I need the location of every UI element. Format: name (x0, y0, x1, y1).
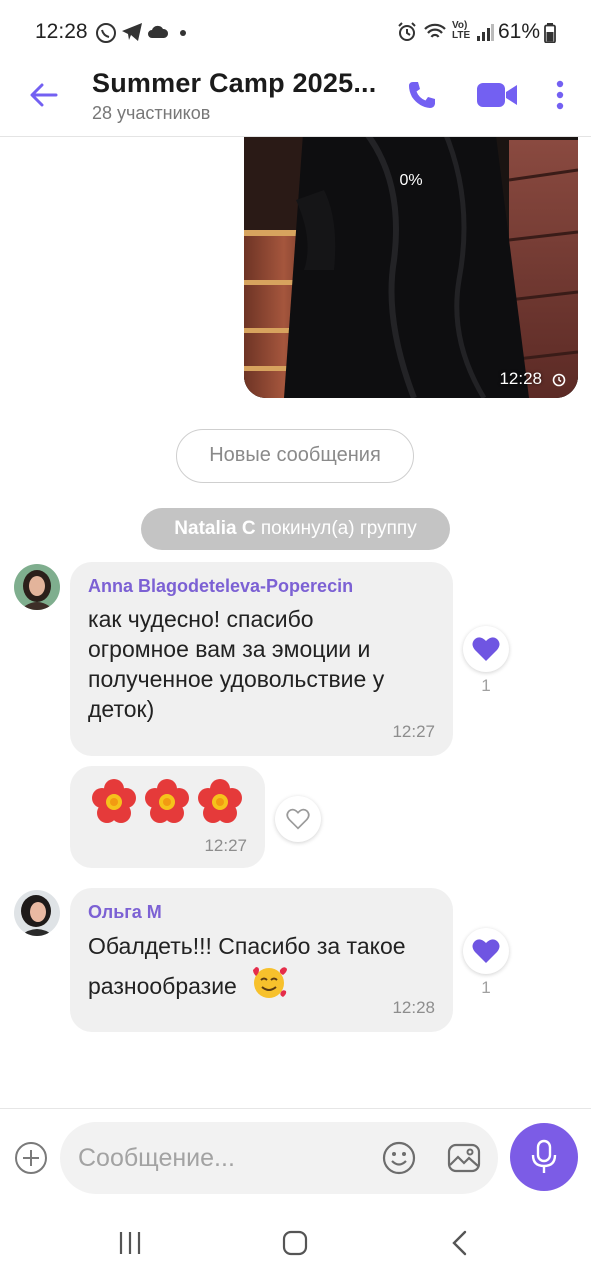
chat-title[interactable]: Summer Camp 2025... (92, 68, 376, 99)
message-bubble[interactable]: Anna Blagodeteleva-Poperecin как чудесно… (70, 562, 453, 756)
avatar-anna-image (14, 564, 60, 610)
recent-apps-icon[interactable] (117, 1230, 143, 1256)
system-message-name: Natalia C (174, 518, 256, 539)
video-camera-icon[interactable] (475, 80, 519, 110)
message-time: 12:27 (204, 836, 247, 855)
message-bubble[interactable]: Ольга М Обалдеть!!! Спасибо за такое раз… (70, 888, 453, 1032)
sender-name[interactable]: Ольга М (88, 902, 162, 923)
participants-count[interactable]: 28 участников (92, 103, 210, 124)
heart-outline-icon (286, 808, 310, 830)
new-messages-divider[interactable]: Новые сообщения (176, 429, 414, 483)
message-line: Обалдеть!!! Спасибо за такое (88, 933, 406, 959)
emoji-icon[interactable] (381, 1140, 417, 1176)
system-message-text: покинул(а) группу (255, 518, 417, 539)
message-line: разнообразие (88, 964, 406, 1004)
message-line: как чудесно! спасибо (88, 606, 314, 632)
viber-icon (96, 23, 116, 43)
flower-emoji-icon (92, 779, 242, 823)
message-line: огромное вам за эмоции и (88, 636, 371, 662)
message-line: полученное удовольствие у (88, 666, 385, 692)
system-message: Natalia C покинул(а) группу (141, 508, 450, 550)
notification-dot-icon (180, 30, 186, 36)
plus-icon[interactable] (14, 1141, 48, 1175)
like-button[interactable] (463, 928, 509, 974)
clock-icon (552, 373, 566, 387)
alarm-icon (398, 22, 416, 41)
avatar-olga-image (14, 890, 60, 936)
message-line: деток) (88, 696, 155, 722)
gallery-icon[interactable] (446, 1140, 482, 1176)
sender-name[interactable]: Anna Blagodeteleva-Poperecin (88, 576, 353, 597)
composer-bar (0, 1108, 591, 1209)
upload-progress: 0% (399, 172, 423, 189)
like-count: 1 (481, 676, 491, 695)
more-vertical-icon[interactable] (553, 79, 567, 111)
battery-percent: 61% (498, 20, 541, 43)
phone-icon[interactable] (406, 79, 438, 111)
heart-icon (472, 939, 500, 963)
message-text: Обалдеть!!! Спасибо за такое разнообрази… (88, 928, 406, 1004)
message-text: как чудесно! спасибо огромное вам за эмо… (88, 604, 384, 724)
photo-message[interactable]: 0% 12:28 (244, 120, 578, 398)
photo-image (244, 120, 578, 398)
microphone-button[interactable] (510, 1123, 578, 1191)
signal-icon (477, 24, 494, 41)
home-icon[interactable] (282, 1230, 308, 1256)
avatar[interactable] (14, 564, 60, 610)
heart-icon (472, 637, 500, 661)
message-time: 12:28 (499, 369, 542, 388)
back-arrow-icon[interactable] (30, 83, 58, 107)
message-input[interactable] (60, 1122, 498, 1194)
battery-icon (544, 23, 556, 43)
status-bar: 12:28 Vo) LTE 61% (0, 0, 591, 62)
system-nav-bar (0, 1208, 591, 1280)
like-button[interactable] (275, 796, 321, 842)
like-button[interactable] (463, 626, 509, 672)
back-nav-icon[interactable] (450, 1230, 470, 1256)
status-time: 12:28 (35, 20, 88, 43)
wifi-icon (424, 23, 446, 38)
volte-label: Vo) LTE (452, 20, 471, 41)
like-count: 1 (481, 978, 491, 997)
microphone-icon (531, 1139, 557, 1173)
avatar[interactable] (14, 890, 60, 936)
telegram-icon (122, 23, 142, 41)
message-time: 12:27 (392, 722, 435, 741)
message-time: 12:28 (392, 998, 435, 1017)
smiling-face-with-hearts-emoji-icon (253, 967, 288, 998)
chat-header: Summer Camp 2025... 28 участников (0, 62, 591, 137)
message-bubble[interactable]: 12:27 (70, 766, 265, 868)
cloud-icon (148, 25, 169, 38)
